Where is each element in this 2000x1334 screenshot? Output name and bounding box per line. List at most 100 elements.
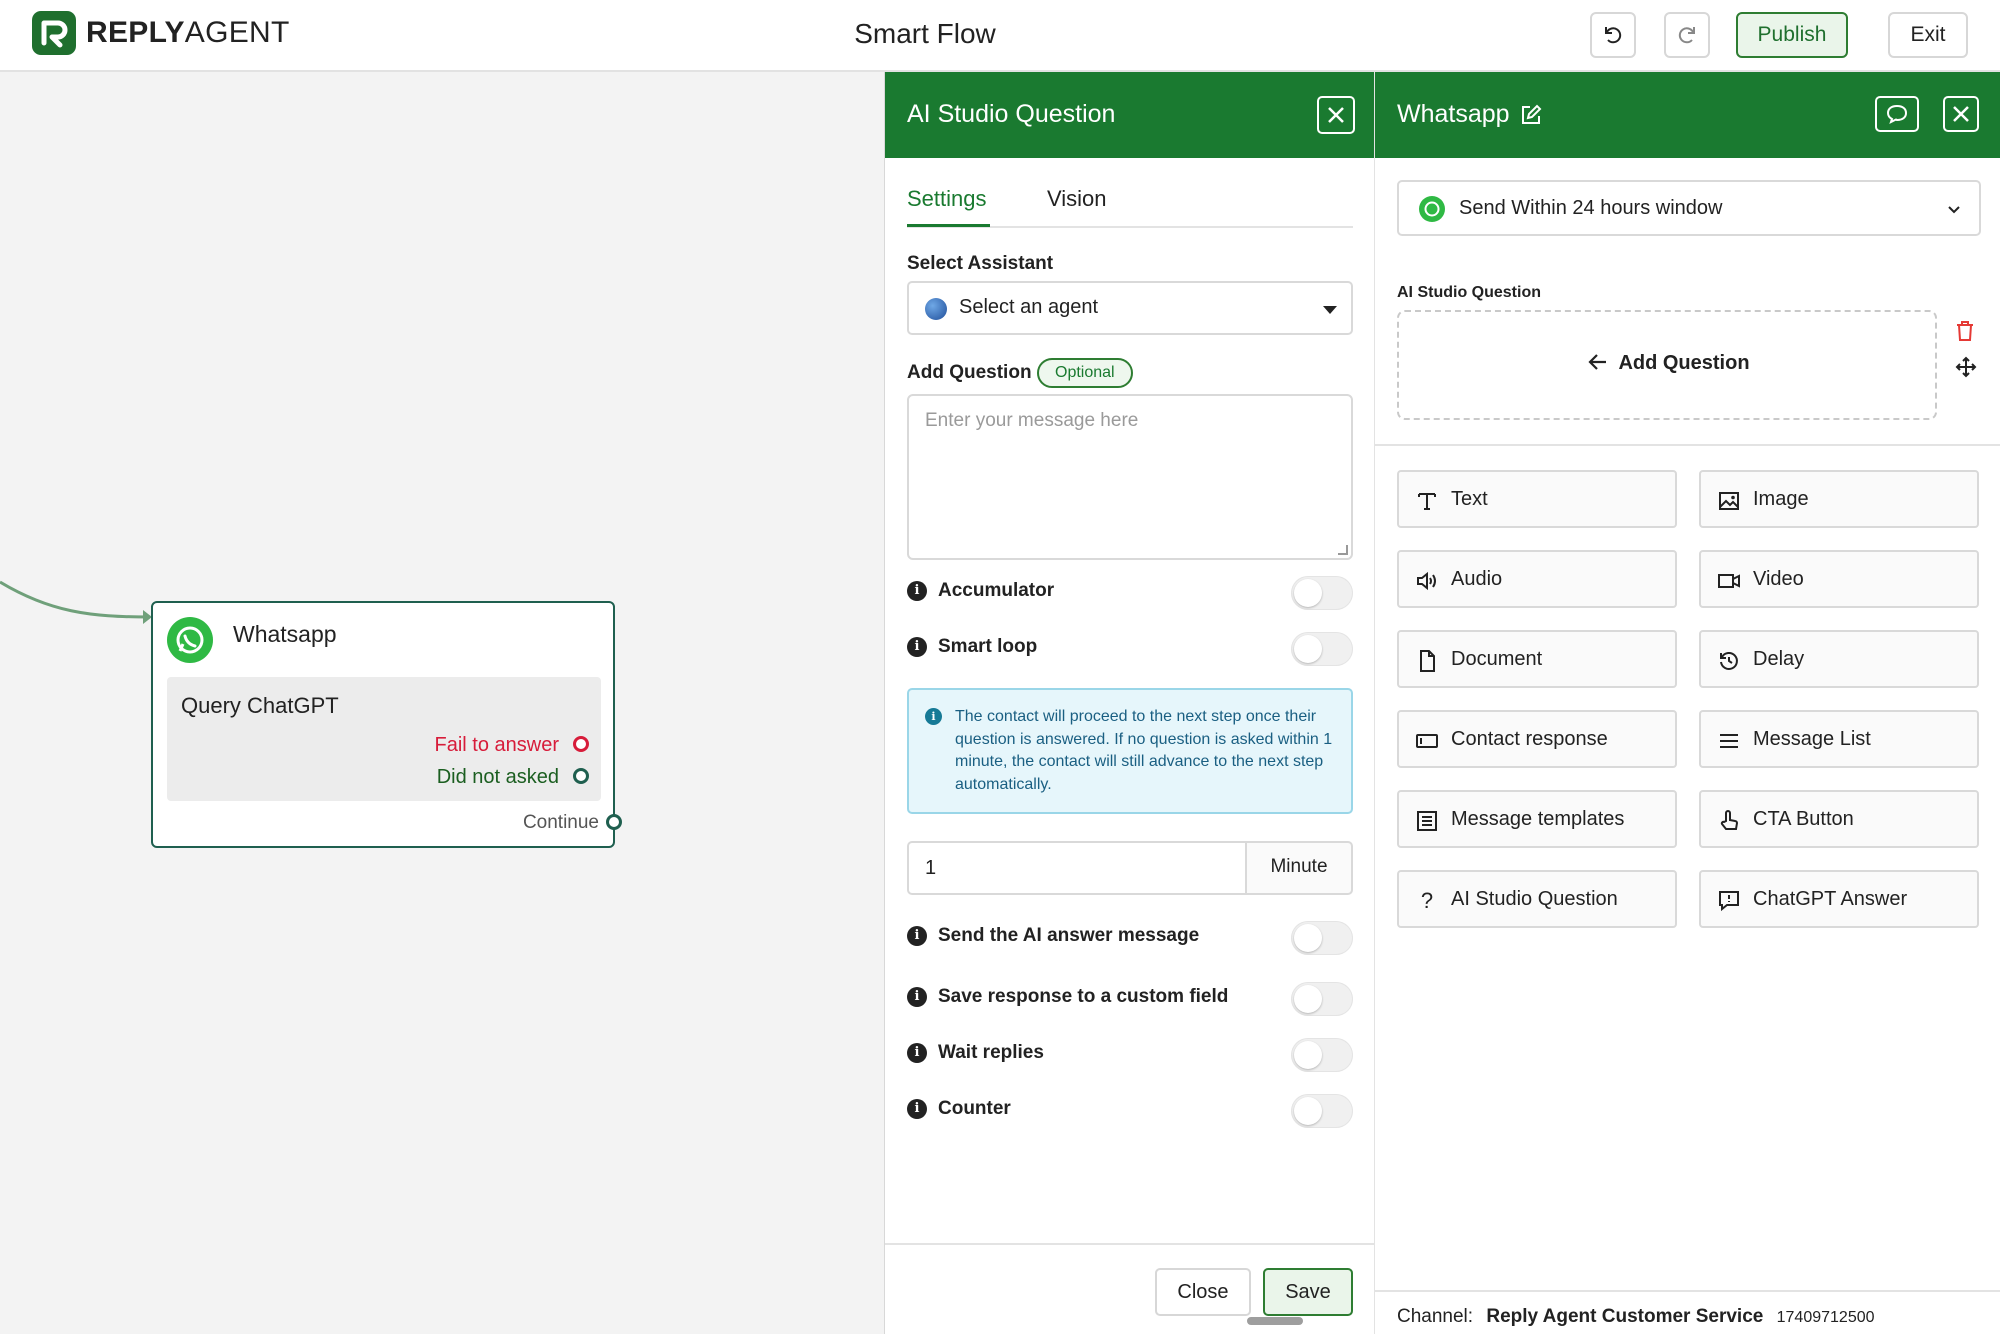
smart-loop-label: Smart loop — [938, 636, 1038, 657]
send-ai-answer-toggle[interactable] — [1291, 921, 1353, 955]
tile-label: Contact response — [1451, 728, 1608, 750]
continue-port[interactable] — [606, 814, 622, 830]
save-response-row: i Save response to a custom field — [907, 978, 1353, 1018]
tile-delay[interactable]: Delay — [1699, 630, 1979, 688]
redo-button[interactable] — [1664, 12, 1710, 58]
chat-answer-icon — [1719, 891, 1739, 912]
counter-toggle[interactable] — [1291, 1094, 1353, 1128]
fail-port[interactable] — [573, 736, 589, 752]
info-note: i The contact will proceed to the next s… — [907, 688, 1353, 814]
add-question-slot[interactable]: Add Question — [1397, 310, 1937, 420]
tab-vision[interactable]: Vision — [1047, 186, 1107, 212]
accumulator-label: Accumulator — [938, 580, 1055, 601]
tile-ai-studio-question[interactable]: ? AI Studio Question — [1397, 870, 1677, 928]
ai-studio-section-label: AI Studio Question — [1397, 284, 1541, 301]
tab-settings[interactable]: Settings — [907, 186, 987, 212]
not-asked-port[interactable] — [573, 768, 589, 784]
add-question-label: Add Question — [907, 362, 1032, 383]
exit-button[interactable]: Exit — [1888, 12, 1968, 58]
tile-video[interactable]: Video — [1699, 550, 1979, 608]
tile-label: Delay — [1753, 648, 1805, 670]
tile-label: CTA Button — [1753, 808, 1854, 830]
tile-image[interactable]: Image — [1699, 470, 1979, 528]
close-icon — [1953, 106, 1969, 122]
tile-chatgpt-answer[interactable]: ChatGPT Answer — [1699, 870, 1979, 928]
close-icon — [1328, 107, 1344, 123]
tile-message-list[interactable]: Message List — [1699, 710, 1979, 768]
timeout-input[interactable]: 1 — [907, 841, 1247, 895]
comment-button[interactable] — [1875, 96, 1919, 132]
ai-panel-close-button[interactable] — [1317, 96, 1355, 134]
whatsapp-panel-title: Whatsapp — [1397, 100, 1542, 129]
wait-replies-label: Wait replies — [938, 1042, 1044, 1063]
close-button[interactable]: Close — [1155, 1268, 1251, 1316]
info-icon: i — [907, 1099, 927, 1119]
timeout-unit[interactable]: Minute — [1245, 841, 1353, 895]
smart-loop-toggle[interactable] — [1291, 632, 1353, 666]
channel-name: Reply Agent Customer Service — [1486, 1306, 1764, 1327]
info-icon: i — [925, 708, 942, 725]
document-icon — [1420, 650, 1435, 672]
edit-icon[interactable] — [1520, 104, 1542, 126]
optional-badge: Optional — [1037, 358, 1133, 388]
channel-info: Channel: Reply Agent Customer Service 17… — [1397, 1306, 1875, 1328]
channel-label: Channel: — [1397, 1306, 1474, 1327]
tile-label: Message List — [1753, 728, 1871, 750]
save-button[interactable]: Save — [1263, 1268, 1353, 1316]
ai-panel-header: AI Studio Question — [885, 72, 1375, 158]
send-window-select[interactable]: Send Within 24 hours window — [1397, 180, 1981, 236]
flow-canvas[interactable]: Whatsapp Query ChatGPT Fail to answer Di… — [0, 72, 884, 1334]
assistant-select[interactable]: Select an agent — [907, 281, 1353, 335]
tile-contact-response[interactable]: Contact response — [1397, 710, 1677, 768]
pointer-icon — [1720, 810, 1739, 830]
info-note-text: The contact will proceed to the next ste… — [955, 708, 1333, 793]
caret-down-icon — [1323, 306, 1337, 314]
list-icon — [1720, 734, 1738, 748]
page-title: Smart Flow — [854, 18, 996, 49]
node-title: Whatsapp — [233, 621, 337, 647]
whatsapp-title-text: Whatsapp — [1397, 100, 1510, 128]
tile-message-templates[interactable]: Message templates — [1397, 790, 1677, 848]
tile-document[interactable]: Document — [1397, 630, 1677, 688]
tile-text[interactable]: Text — [1397, 470, 1677, 528]
info-icon: i — [907, 1043, 927, 1063]
undo-icon — [1605, 27, 1622, 44]
trash-icon[interactable] — [1955, 320, 1975, 342]
tile-label: Message templates — [1451, 808, 1625, 830]
question-icon: ? — [1420, 888, 1434, 913]
arrow-left-icon — [1588, 353, 1608, 377]
save-response-label: Save response to a custom field — [938, 986, 1229, 1007]
info-icon: i — [907, 926, 927, 946]
whatsapp-node[interactable]: Whatsapp Query ChatGPT Fail to answer Di… — [151, 601, 622, 848]
question-placeholder: Enter your message here — [925, 410, 1139, 431]
send-ai-answer-label: Send the AI answer message — [938, 925, 1200, 946]
wait-replies-row: i Wait replies — [907, 1034, 1353, 1074]
move-icon[interactable] — [1955, 356, 1977, 378]
accumulator-row: i Accumulator — [907, 572, 1353, 612]
timeout-value: 1 — [925, 857, 937, 879]
select-assistant-label: Select Assistant — [907, 253, 1054, 274]
question-textarea[interactable]: Enter your message here — [907, 394, 1353, 560]
counter-label: Counter — [938, 1098, 1011, 1119]
publish-button[interactable]: Publish — [1736, 12, 1848, 58]
active-tab-indicator — [907, 224, 990, 227]
comment-icon — [1886, 104, 1908, 124]
whatsapp-panel-close-button[interactable] — [1943, 96, 1979, 132]
tile-cta-button[interactable]: CTA Button — [1699, 790, 1979, 848]
undo-button[interactable] — [1590, 12, 1636, 58]
divider — [1375, 444, 2000, 446]
send-window-value: Send Within 24 hours window — [1459, 197, 1723, 219]
accumulator-toggle[interactable] — [1291, 576, 1353, 610]
whatsapp-icon — [167, 617, 213, 663]
tile-audio[interactable]: Audio — [1397, 550, 1677, 608]
resize-handle-icon[interactable] — [1338, 545, 1348, 555]
save-response-toggle[interactable] — [1291, 982, 1353, 1016]
wait-replies-toggle[interactable] — [1291, 1038, 1353, 1072]
node-body[interactable]: Query ChatGPT Fail to answer Did not ask… — [167, 677, 601, 801]
video-icon — [1718, 574, 1740, 588]
drag-handle[interactable] — [1247, 1317, 1303, 1325]
tile-label: Video — [1753, 568, 1804, 590]
info-icon: i — [907, 987, 927, 1007]
add-question-button[interactable]: Add Question — [1399, 352, 1939, 377]
info-icon: i — [907, 637, 927, 657]
